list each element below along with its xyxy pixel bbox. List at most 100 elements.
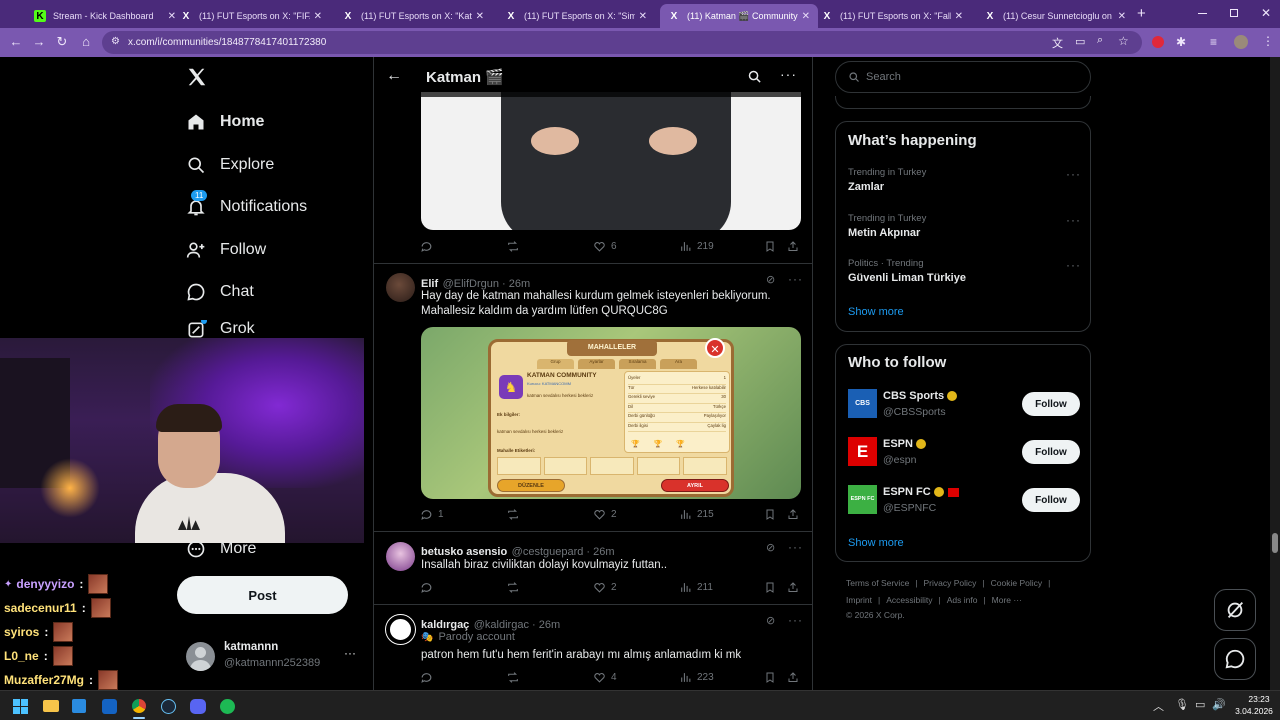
sidebar-item-more[interactable]: More bbox=[186, 534, 256, 564]
clock-date[interactable]: 3.04.2026 bbox=[1231, 706, 1277, 716]
like-button[interactable]: 2 bbox=[593, 508, 617, 521]
spotify-icon[interactable] bbox=[220, 699, 235, 714]
follow-suggestion[interactable]: CBS CBS Sports @CBSSports Follow bbox=[848, 389, 1092, 421]
trend-more-icon[interactable]: ··· bbox=[1066, 258, 1081, 272]
browser-tab[interactable]: X (11) Cesur Sunnetcioglu on X: " ✕ bbox=[976, 4, 1134, 28]
repost-button[interactable] bbox=[506, 671, 525, 684]
cast-icon[interactable]: ▭ bbox=[1075, 35, 1085, 48]
steam-icon[interactable] bbox=[161, 699, 176, 714]
share-icon[interactable] bbox=[787, 240, 804, 253]
share-icon[interactable] bbox=[787, 508, 804, 521]
bookmark-icon[interactable] bbox=[764, 671, 781, 684]
sidebar-item-chat[interactable]: Chat bbox=[186, 277, 254, 307]
zoom-icon[interactable]: ⌕ bbox=[1097, 34, 1103, 47]
tab-close-icon[interactable]: ✕ bbox=[1118, 11, 1126, 22]
follow-button[interactable]: Follow bbox=[1022, 392, 1080, 416]
sidebar-item-follow[interactable]: Follow bbox=[186, 235, 266, 265]
tab-close-icon[interactable]: ✕ bbox=[639, 11, 647, 22]
follow-button[interactable]: Follow bbox=[1022, 488, 1080, 512]
back-arrow-icon[interactable]: ← bbox=[386, 67, 402, 85]
community-note-icon[interactable]: ⊘ bbox=[766, 541, 775, 554]
like-button[interactable]: 6 bbox=[593, 240, 617, 253]
like-button[interactable]: 2 bbox=[593, 581, 617, 594]
reply-button[interactable] bbox=[420, 581, 438, 594]
views-button[interactable]: 219 bbox=[679, 240, 714, 253]
like-button[interactable]: 4 bbox=[593, 671, 617, 684]
trend-item[interactable]: Trending in Turkey Zamlar ··· bbox=[848, 167, 1080, 193]
bookmark-icon[interactable] bbox=[764, 240, 781, 253]
search-input[interactable]: Search bbox=[835, 61, 1091, 93]
avatar[interactable] bbox=[386, 273, 415, 302]
repost-button[interactable] bbox=[506, 240, 525, 253]
edit-neighborhood-button[interactable]: DÜZENLE bbox=[497, 479, 565, 492]
grok-float-button[interactable] bbox=[1214, 589, 1256, 631]
address-bar[interactable]: ⚙ x.com/i/communities/184877841740117238… bbox=[102, 31, 1142, 54]
show-more-link[interactable]: Show more bbox=[848, 537, 904, 549]
outlook-icon[interactable] bbox=[102, 699, 117, 714]
share-icon[interactable] bbox=[787, 671, 804, 684]
tab-close-icon[interactable]: ✕ bbox=[802, 11, 810, 22]
tweet-more-icon[interactable]: ··· bbox=[788, 272, 803, 286]
back-icon[interactable]: ← bbox=[8, 34, 24, 50]
footer-link[interactable]: Cookie Policy bbox=[991, 578, 1043, 588]
account-switcher[interactable]: katmannn @katmannn252389 ··· bbox=[186, 640, 364, 676]
repost-button[interactable] bbox=[506, 581, 525, 594]
trend-item[interactable]: Trending in Turkey Metin Akpınar ··· bbox=[848, 213, 1080, 239]
browser-tab[interactable]: X (11) FUT Esports on X: "Fall Guy ✕ bbox=[813, 4, 971, 28]
bookmark-star-icon[interactable]: ☆ bbox=[1118, 34, 1129, 48]
panel-tab[interactable]: Sıralama bbox=[619, 359, 656, 369]
sidebar-item-explore[interactable]: Explore bbox=[186, 150, 274, 180]
store-icon[interactable] bbox=[72, 699, 86, 713]
avatar[interactable] bbox=[386, 615, 415, 644]
close-window-icon[interactable]: ✕ bbox=[1261, 6, 1271, 20]
start-icon[interactable] bbox=[13, 699, 28, 714]
footer-link[interactable]: Ads info bbox=[947, 595, 978, 605]
reply-button[interactable]: 1 bbox=[420, 508, 444, 521]
browser-tab[interactable]: X (11) FUT Esports on X: "FIFA yay ✕ bbox=[172, 4, 330, 28]
footer-link[interactable]: Accessibility bbox=[886, 595, 932, 605]
tweet-image[interactable] bbox=[421, 92, 801, 230]
messages-float-button[interactable] bbox=[1214, 638, 1256, 680]
tab-close-icon[interactable]: ✕ bbox=[955, 11, 963, 22]
avatar[interactable] bbox=[386, 542, 415, 571]
leave-neighborhood-button[interactable]: AYRIL bbox=[661, 479, 729, 492]
tweet[interactable]: betusko asensio @cestguepard · 26m ⊘ ···… bbox=[374, 532, 812, 605]
microphone-icon[interactable]: 🎙 bbox=[1175, 698, 1189, 711]
site-info-icon[interactable]: ⚙ bbox=[111, 36, 120, 47]
footer-link[interactable]: Privacy Policy bbox=[924, 578, 977, 588]
translate-icon[interactable]: 文 bbox=[1052, 35, 1063, 51]
chrome-icon[interactable] bbox=[131, 698, 147, 714]
account-more-icon[interactable]: ··· bbox=[344, 646, 356, 660]
views-button[interactable]: 215 bbox=[679, 508, 714, 521]
panel-tab[interactable]: Ara bbox=[660, 359, 697, 369]
trend-more-icon[interactable]: ··· bbox=[1066, 213, 1081, 227]
tweet-image[interactable]: MAHALLELER ✕ Grup Ayarlar Sıralama Ara ♞… bbox=[421, 327, 801, 499]
follow-suggestion[interactable]: ESPN FC ESPN FC @ESPNFC Follow bbox=[848, 485, 1092, 517]
share-icon[interactable] bbox=[787, 581, 804, 594]
community-note-icon[interactable]: ⊘ bbox=[766, 273, 775, 286]
extension-red-icon[interactable] bbox=[1152, 36, 1164, 48]
footer-link[interactable]: More ··· bbox=[992, 595, 1022, 605]
browser-tab[interactable]: X (11) Katman 🎬 Community / X ✕ bbox=[660, 4, 818, 28]
footer-link[interactable]: Terms of Service bbox=[846, 578, 909, 588]
panel-close-icon[interactable]: ✕ bbox=[705, 338, 725, 358]
header-search-icon[interactable] bbox=[747, 69, 762, 84]
file-explorer-icon[interactable] bbox=[43, 700, 59, 712]
discord-icon[interactable] bbox=[190, 699, 206, 714]
reply-button[interactable] bbox=[420, 671, 438, 684]
browser-menu-icon[interactable]: ⋮ bbox=[1262, 34, 1274, 48]
tab-close-icon[interactable]: ✕ bbox=[476, 11, 484, 22]
page-scrollbar[interactable] bbox=[1270, 57, 1280, 690]
minimize-icon[interactable] bbox=[1198, 13, 1207, 14]
tweet-more-icon[interactable]: ··· bbox=[788, 540, 803, 554]
views-button[interactable]: 223 bbox=[679, 671, 714, 684]
trend-item[interactable]: Politics · Trending Güvenli Liman Türkiy… bbox=[848, 258, 1080, 284]
browser-tab[interactable]: K Stream - Kick Dashboard ✕ bbox=[26, 4, 184, 28]
profile-avatar[interactable] bbox=[1234, 35, 1248, 49]
bookmark-icon[interactable] bbox=[764, 581, 781, 594]
restore-icon[interactable] bbox=[1230, 9, 1238, 17]
network-icon[interactable]: ▭ bbox=[1195, 698, 1205, 711]
show-more-link[interactable]: Show more bbox=[848, 306, 904, 318]
tray-chevron-icon[interactable]: ︿ bbox=[1153, 698, 1164, 714]
clock-time[interactable]: 23:23 bbox=[1239, 694, 1279, 704]
